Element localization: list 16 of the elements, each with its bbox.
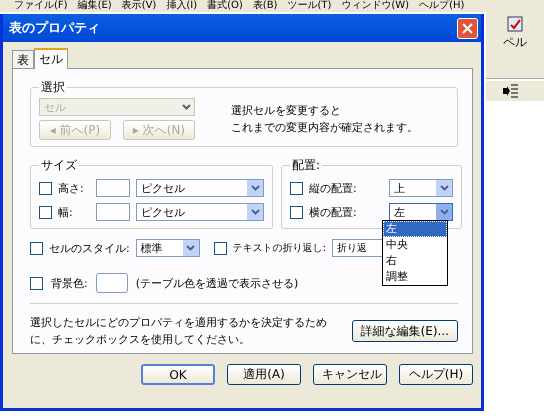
- group-label: サイズ: [40, 157, 78, 174]
- info-text: 選択したセルにどのプロパティを適用するかを決定するために、チェックボックスを使用してください。: [30, 315, 328, 348]
- note-text: これまでの変更内容が確定されます。: [231, 120, 418, 136]
- field-label: セルのスタイル:: [49, 240, 130, 256]
- field-label: 高さ:: [58, 180, 85, 196]
- group-label: 配置:: [291, 157, 322, 174]
- note-text: 選択セルを変更すると: [231, 103, 342, 119]
- field-label: 縦の配置:: [309, 180, 358, 196]
- group-label: 選択: [40, 79, 66, 96]
- field-label: 背景色:: [51, 276, 88, 290]
- toolbar-label: ペル: [503, 34, 527, 51]
- hint-text: (テーブル色を透過で表示させる): [136, 276, 298, 290]
- window-title: 表のプロパティ: [9, 20, 100, 37]
- field-label: テキストの折り返し:: [232, 242, 326, 255]
- field-label: 幅:: [58, 204, 74, 220]
- field-label: 横の配置:: [309, 204, 358, 220]
